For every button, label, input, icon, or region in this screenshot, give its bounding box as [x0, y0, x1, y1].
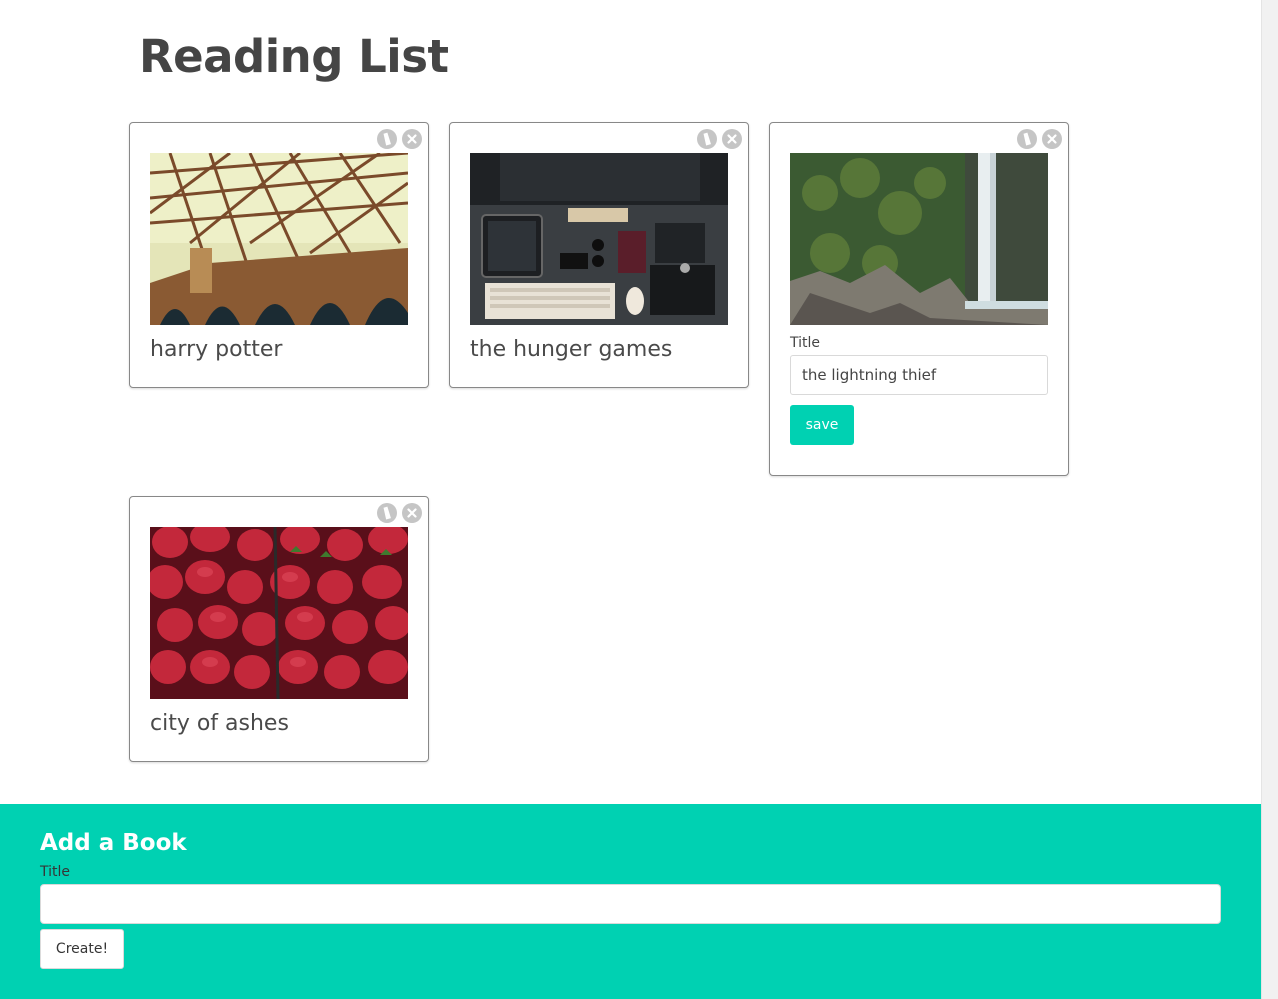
book-card-editing: Title save	[769, 122, 1069, 476]
book-title: city of ashes	[150, 711, 289, 736]
strawberries-image	[150, 527, 408, 699]
edit-icon[interactable]	[1017, 129, 1037, 149]
add-book-panel: Add a Book Title Create!	[0, 804, 1261, 999]
book-card: city of ashes	[129, 496, 429, 762]
create-button[interactable]: Create!	[40, 929, 124, 969]
book-card: harry potter	[129, 122, 429, 388]
edit-title-label: Title	[790, 335, 821, 351]
add-title-input[interactable]	[40, 884, 1221, 924]
page-title: Reading List	[139, 30, 449, 83]
waterfall-image	[790, 153, 1048, 325]
book-card: the hunger games	[449, 122, 749, 388]
close-icon[interactable]	[402, 503, 422, 523]
edit-icon[interactable]	[377, 129, 397, 149]
close-icon[interactable]	[722, 129, 742, 149]
scrollbar[interactable]	[1261, 0, 1278, 999]
edit-title-input[interactable]	[790, 355, 1048, 395]
add-book-heading: Add a Book	[40, 830, 187, 856]
edit-icon[interactable]	[377, 503, 397, 523]
book-title: harry potter	[150, 337, 283, 362]
close-icon[interactable]	[1042, 129, 1062, 149]
close-icon[interactable]	[402, 129, 422, 149]
edit-icon[interactable]	[697, 129, 717, 149]
save-button[interactable]: save	[790, 405, 854, 445]
desk-flatlay-image	[470, 153, 728, 325]
add-title-label: Title	[40, 864, 71, 880]
bridge-steel-arches-image	[150, 153, 408, 325]
book-title: the hunger games	[470, 337, 673, 362]
